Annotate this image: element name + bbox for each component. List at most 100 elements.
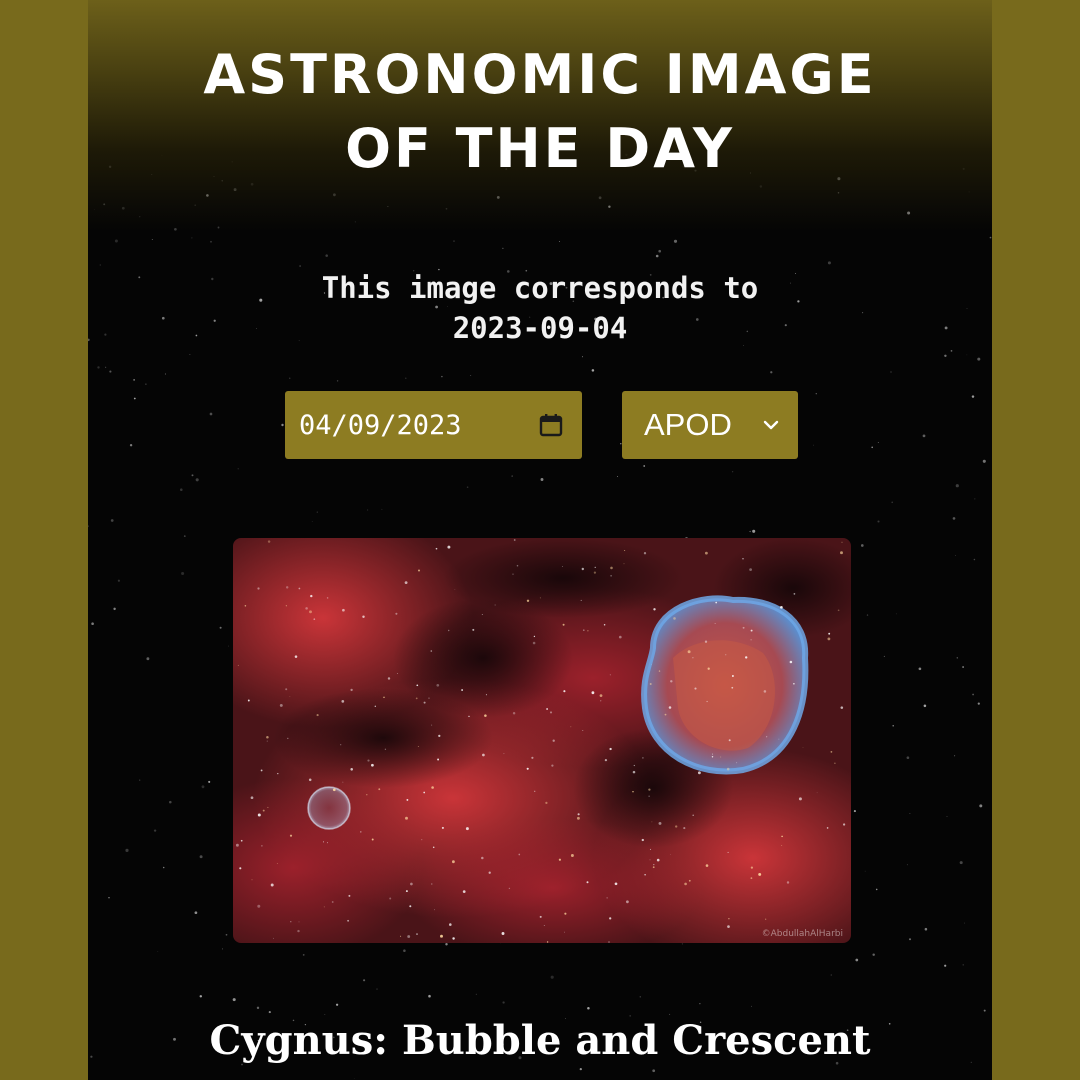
photo-star (260, 769, 263, 772)
photo-star (652, 866, 655, 869)
star (944, 354, 947, 358)
photo-star (512, 573, 514, 575)
star (162, 866, 165, 869)
star (302, 953, 305, 956)
photo-star (367, 759, 370, 762)
photo-star (342, 781, 344, 783)
star (201, 785, 205, 789)
astronomy-image[interactable]: ©AbdullahAlHarbi (233, 538, 851, 943)
star (324, 1013, 326, 1016)
photo-star (323, 906, 325, 908)
photo-star (656, 858, 660, 862)
page-title-line-1: ASTRONOMIC IMAGE (203, 43, 877, 106)
photo-star (383, 696, 385, 699)
star (219, 626, 222, 629)
star (909, 813, 911, 814)
photo-star (341, 700, 345, 703)
photo-star (250, 796, 254, 800)
star (891, 501, 893, 504)
photo-star (267, 806, 269, 808)
photo-star (374, 705, 376, 707)
star (875, 888, 878, 891)
star (117, 579, 120, 582)
source-select[interactable]: APOD (622, 391, 798, 459)
star (208, 780, 211, 783)
star (376, 988, 378, 990)
photo-star (437, 758, 440, 761)
photo-star (580, 599, 582, 601)
star (892, 724, 894, 727)
photo-star (644, 874, 646, 876)
image-credit: ©AbdullahAlHarbi (761, 929, 843, 939)
star (770, 371, 773, 374)
star (579, 1067, 582, 1071)
star (164, 373, 166, 375)
photo-star (308, 778, 312, 782)
photo-star (840, 706, 844, 709)
photo-star (793, 593, 796, 595)
photo-star (294, 655, 298, 658)
image-title: Cygnus: Bubble and Crescent (209, 1017, 871, 1064)
photo-star (651, 663, 653, 665)
star (617, 475, 618, 477)
photo-star (545, 801, 548, 805)
photo-star (508, 887, 511, 890)
photo-star (841, 541, 843, 543)
photo-star (407, 935, 411, 938)
photo-star (715, 601, 718, 604)
app-viewport: ASTRONOMIC IMAGE OF THE DAY This image c… (88, 0, 992, 1080)
star (655, 254, 659, 258)
photo-star (472, 628, 475, 631)
chevron-down-icon (763, 420, 779, 430)
photo-star (485, 694, 487, 696)
star (511, 475, 513, 477)
photo-star (347, 919, 350, 922)
photo-star (781, 845, 783, 846)
star (750, 1005, 752, 1007)
star (110, 519, 114, 522)
star (289, 377, 291, 379)
date-description: This image corresponds to 2023-09-04 (88, 268, 992, 348)
star (731, 471, 734, 473)
star (139, 779, 141, 781)
photo-star (371, 838, 374, 841)
star (99, 264, 101, 266)
star (983, 1009, 986, 1012)
photo-star (577, 813, 580, 816)
photo-star (725, 654, 727, 656)
photo-star (648, 788, 651, 791)
photo-star (518, 853, 521, 856)
star (470, 374, 472, 376)
photo-star (658, 670, 661, 672)
star (658, 249, 662, 253)
photo-star (551, 764, 554, 767)
photo-star (591, 691, 595, 695)
photo-star (609, 747, 612, 751)
photo-star (440, 934, 443, 938)
photo-star (310, 594, 313, 598)
photo-star (692, 814, 694, 817)
photo-star (736, 762, 738, 764)
photo-star (431, 724, 433, 726)
photo-star (327, 842, 328, 844)
photo-star (750, 639, 752, 641)
photo-star (240, 839, 243, 842)
star (353, 1078, 355, 1079)
photo-star (503, 753, 505, 755)
photo-star (632, 770, 636, 774)
page-title-line-2: OF THE DAY (345, 117, 735, 180)
photo-star (371, 763, 374, 767)
photo-star (728, 739, 731, 742)
star (428, 994, 431, 998)
photo-star (395, 612, 398, 615)
photo-star (430, 650, 433, 652)
star (950, 350, 953, 352)
calendar-icon[interactable] (538, 412, 564, 438)
photo-star (251, 879, 253, 881)
star (959, 861, 963, 865)
photo-star (384, 748, 387, 750)
photo-star (778, 738, 780, 740)
date-picker-input[interactable]: 04/09/2023 (285, 391, 582, 459)
photo-star (704, 640, 708, 643)
photo-star (289, 696, 291, 697)
